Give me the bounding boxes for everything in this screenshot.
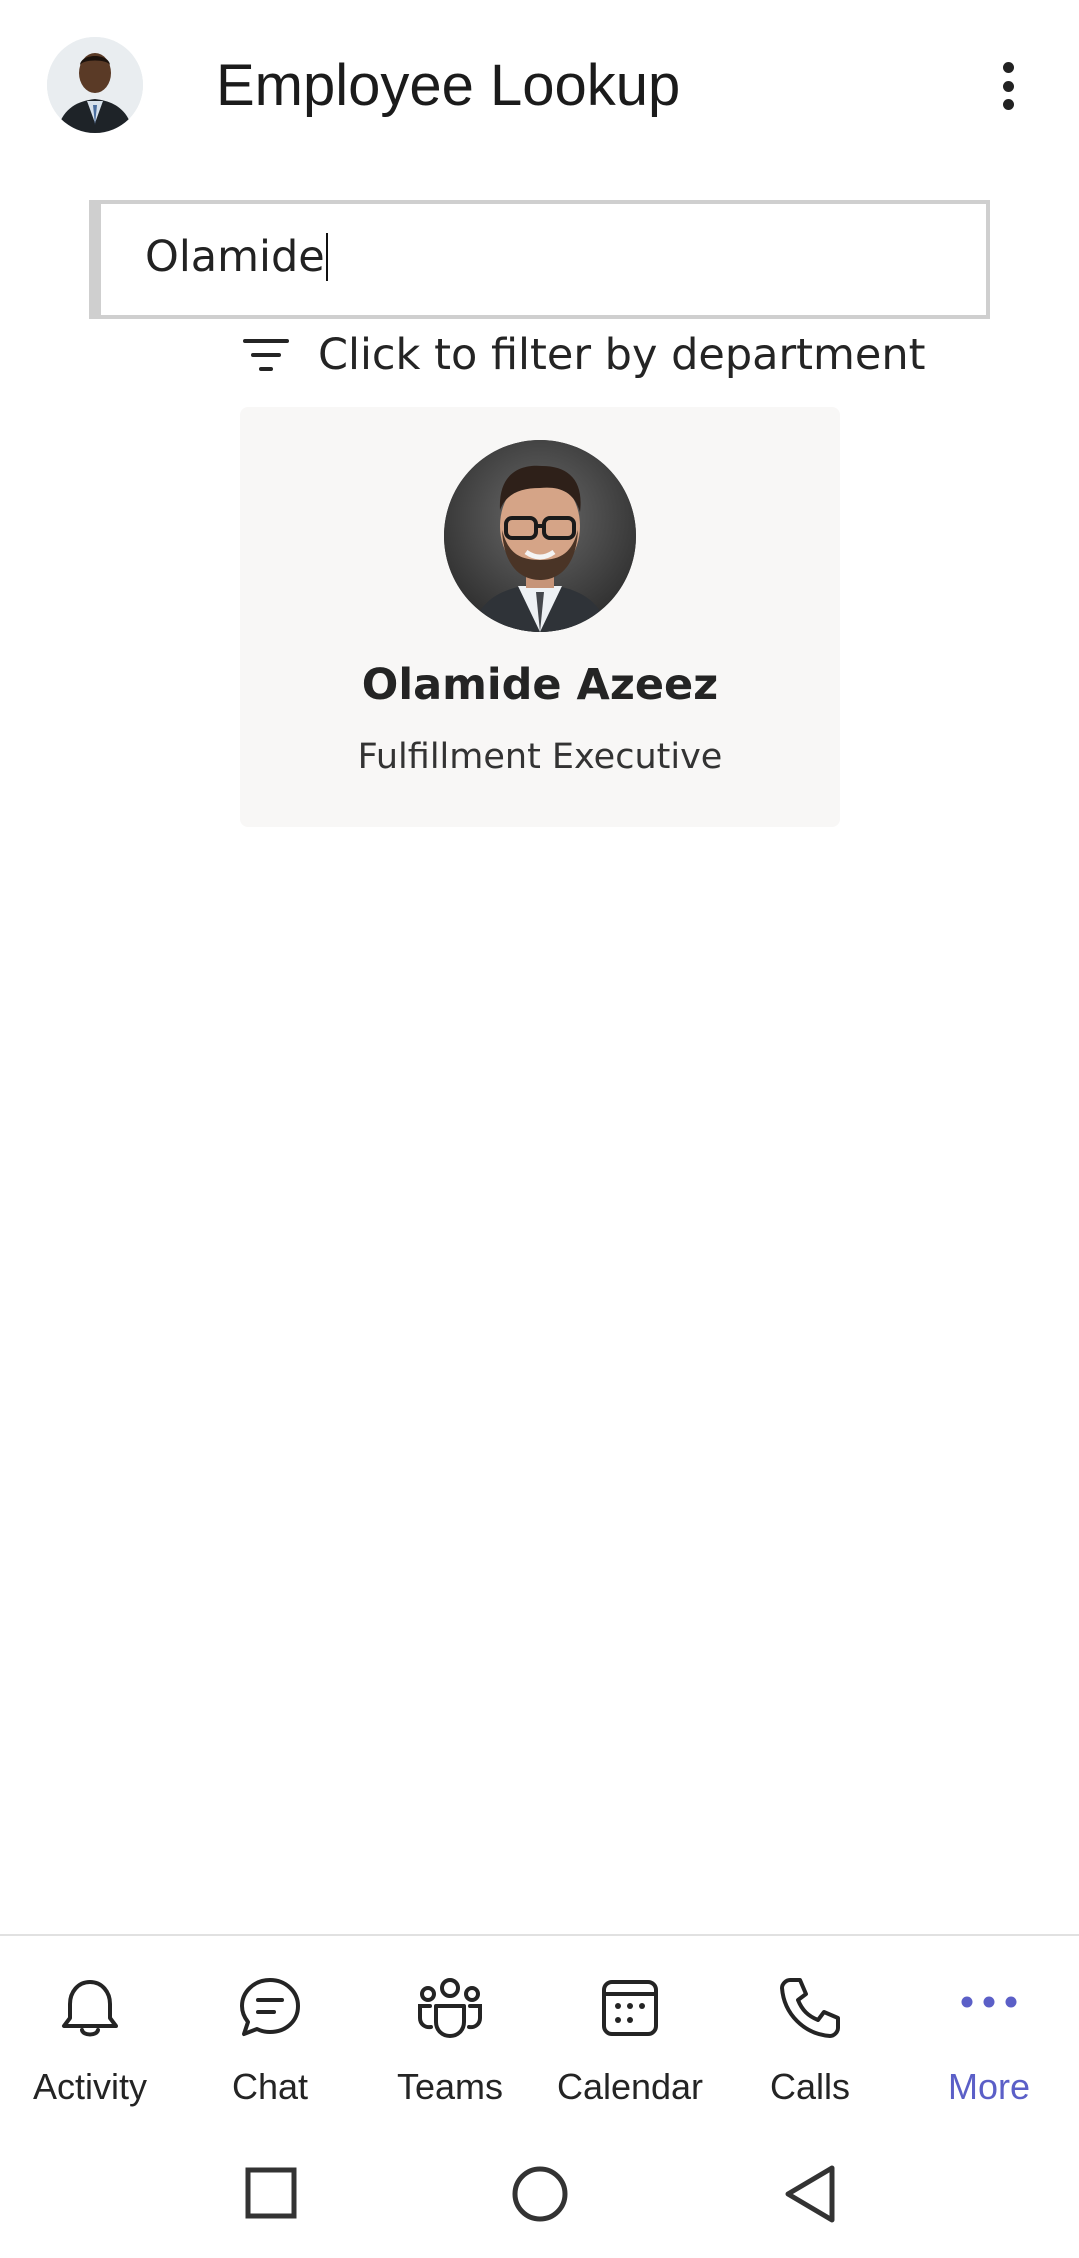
nav-item-calendar[interactable]: Calendar	[540, 1936, 720, 2126]
square-icon[interactable]	[230, 2154, 310, 2234]
filter-icon	[240, 329, 292, 381]
teams-icon	[418, 1978, 482, 2038]
app-header: Employee Lookup	[0, 0, 1079, 176]
search-input[interactable]: Olamide	[89, 200, 990, 319]
phone-icon	[780, 1978, 840, 2038]
triangle-back-icon[interactable]	[770, 2154, 850, 2234]
chat-icon	[240, 1978, 300, 2036]
search-input-value: Olamide	[145, 232, 328, 282]
employee-photo	[444, 440, 636, 632]
department-filter-button[interactable]: Click to filter by department	[240, 325, 925, 385]
user-avatar-photo	[47, 37, 143, 133]
nav-label: Calendar	[556, 2066, 704, 2107]
page-title: Employee Lookup	[216, 53, 681, 118]
calendar-icon	[602, 1980, 658, 2036]
filter-label: Click to filter by department	[318, 330, 926, 380]
text-caret	[325, 233, 328, 281]
more-vertical-icon[interactable]	[986, 52, 1030, 120]
employee-name: Olamide Azeez	[361, 660, 719, 710]
nav-item-calls[interactable]: Calls	[720, 1936, 900, 2126]
nav-item-activity[interactable]: Activity	[0, 1936, 180, 2126]
nav-item-teams[interactable]: Teams	[360, 1936, 540, 2126]
nav-label: More	[947, 2066, 1031, 2107]
system-nav-bar	[0, 2124, 1079, 2258]
nav-label: Teams	[396, 2066, 504, 2107]
bottom-nav: Activity Chat Teams Calendar Calls More	[0, 1934, 1079, 2126]
nav-label: Calls	[769, 2066, 850, 2107]
circle-icon[interactable]	[500, 2154, 580, 2234]
bell-icon	[62, 1980, 118, 2037]
employee-card[interactable]: Olamide Azeez Fulfillment Executive	[240, 407, 840, 827]
nav-item-chat[interactable]: Chat	[180, 1936, 360, 2126]
user-avatar[interactable]	[47, 37, 143, 133]
nav-label: Chat	[231, 2066, 309, 2107]
nav-label: Activity	[32, 2066, 147, 2107]
nav-item-more[interactable]: More	[899, 1936, 1079, 2126]
employee-job-title: Fulfillment Executive	[357, 737, 723, 777]
more-horizontal-icon	[961, 1996, 1017, 2008]
